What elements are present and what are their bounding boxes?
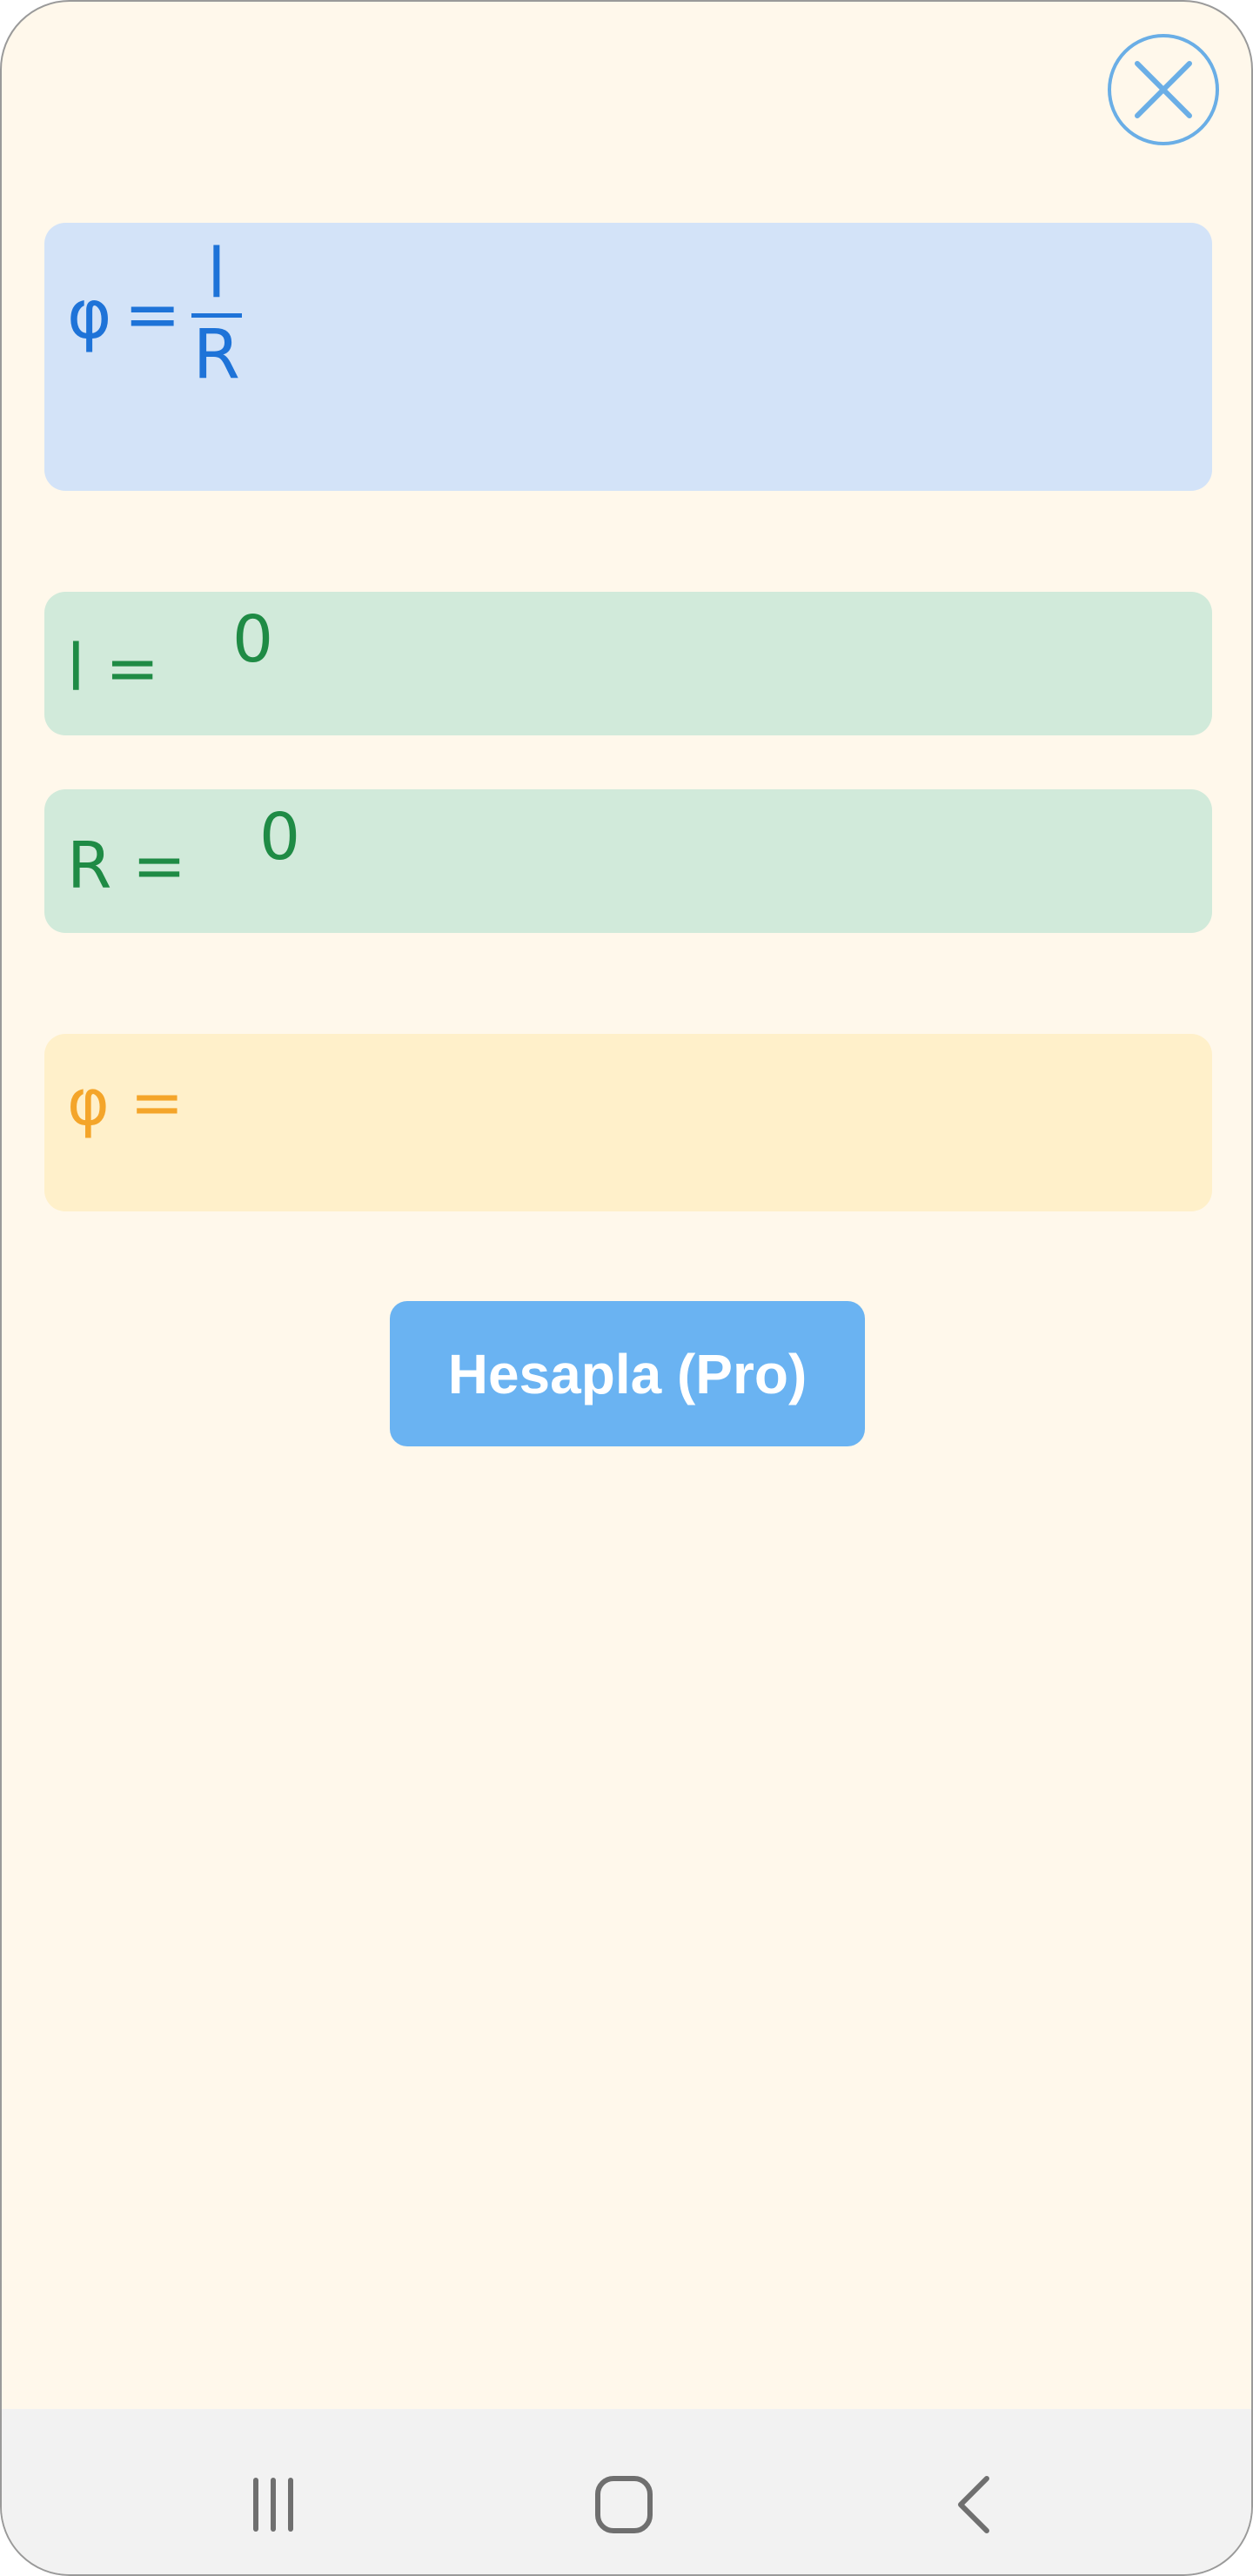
input-field-l[interactable] — [232, 602, 1015, 677]
home-button[interactable] — [572, 2452, 676, 2557]
formula: φ = l R — [67, 240, 242, 389]
recents-button[interactable] — [221, 2452, 325, 2557]
close-button[interactable] — [1108, 34, 1219, 145]
formula-fraction: l R — [191, 240, 242, 389]
calculate-button[interactable]: Hesapla (Pro) — [390, 1301, 865, 1446]
close-icon — [1135, 61, 1192, 118]
input-card-r: R = — [44, 789, 1212, 933]
input-label-l: l = — [67, 631, 160, 706]
app-screen: φ = l R l = R = φ = Hesapla (Pro) — [0, 0, 1253, 2576]
formula-equals: = — [124, 275, 181, 354]
formula-symbol: φ — [67, 275, 112, 354]
formula-denominator: R — [192, 316, 240, 394]
back-icon — [958, 2476, 989, 2533]
input-card-l: l = — [44, 592, 1212, 735]
home-icon — [595, 2476, 653, 2533]
input-field-r[interactable] — [259, 800, 1042, 875]
formula-numerator: l — [206, 235, 226, 313]
back-button[interactable] — [922, 2452, 1027, 2557]
input-label-r: R = — [67, 828, 186, 903]
formula-card: φ = l R — [44, 223, 1212, 491]
result-label: φ = — [67, 1065, 184, 1140]
result-card: φ = — [44, 1034, 1212, 1211]
recents-icon — [253, 2478, 293, 2532]
navigation-bar — [2, 2409, 1251, 2574]
